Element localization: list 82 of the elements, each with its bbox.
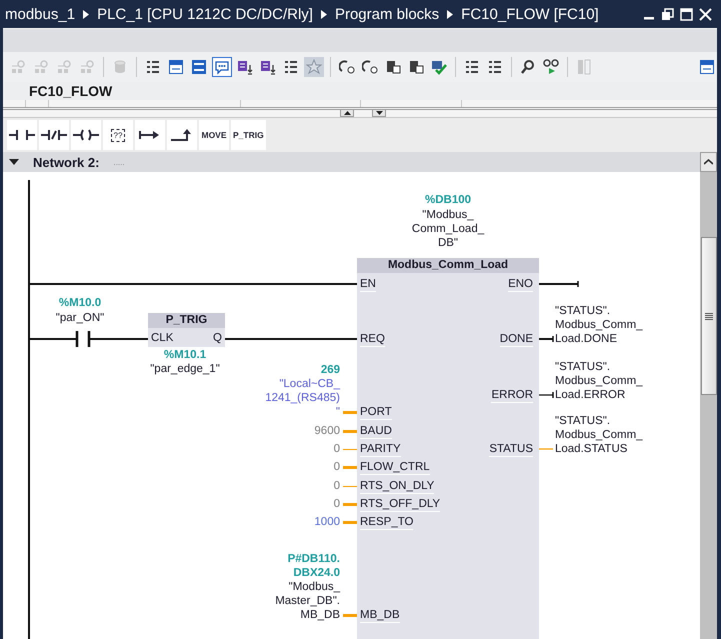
instance-tag: "Modbus_ Comm_Load_ DB" bbox=[412, 208, 484, 250]
collapse-icon[interactable] bbox=[9, 157, 19, 167]
edge-tag: "par_edge_1" bbox=[150, 362, 220, 376]
wire bbox=[539, 281, 579, 287]
window-icon[interactable] bbox=[697, 57, 717, 77]
breadcrumb-item[interactable]: modbus_1 bbox=[5, 6, 76, 22]
output-pin: STATUS bbox=[489, 442, 533, 457]
input-pin: RTS_OFF_DLY bbox=[360, 497, 440, 512]
parameter-value: 0 bbox=[334, 479, 340, 493]
comment-icon[interactable] bbox=[212, 57, 232, 77]
parameter-value: 9600 bbox=[314, 424, 340, 438]
contact-address: %M10.0 bbox=[58, 296, 102, 310]
empty-box-icon: ?? bbox=[110, 128, 126, 142]
palette-button[interactable] bbox=[135, 120, 165, 150]
parameter-value: 0 bbox=[334, 442, 340, 456]
breadcrumb-item[interactable]: Program blocks bbox=[334, 6, 440, 22]
wire bbox=[90, 338, 148, 340]
negated-contact-icon bbox=[41, 129, 67, 141]
palette-button[interactable] bbox=[167, 120, 197, 150]
instance-address: %DB100 bbox=[424, 193, 472, 207]
collapse-button[interactable] bbox=[340, 109, 354, 117]
scrollbar-thumb[interactable] bbox=[700, 237, 716, 395]
expand-button[interactable] bbox=[372, 109, 386, 117]
parameter-address: P#DB110. DBX24.0 bbox=[288, 552, 340, 580]
input-pin: RTS_ON_DLY bbox=[360, 479, 434, 494]
up-triangle-icon bbox=[344, 111, 350, 115]
parameter-address: 269 bbox=[320, 363, 340, 377]
breadcrumb-item[interactable]: PLC_1 [CPU 1212C DC/DC/Rly] bbox=[97, 6, 313, 22]
input-pin: MB_DB bbox=[360, 608, 400, 623]
wire bbox=[539, 392, 554, 398]
palette-button[interactable]: MOVE bbox=[199, 120, 229, 150]
input-pin: PARITY bbox=[360, 442, 401, 457]
palette-button[interactable] bbox=[39, 120, 69, 150]
input-pin: RESP_TO bbox=[360, 515, 414, 530]
chevron-up-icon bbox=[704, 159, 713, 165]
input-pin: FLOW_CTRL bbox=[360, 460, 430, 475]
parameter-value: 1000 bbox=[314, 515, 340, 529]
wire bbox=[29, 338, 77, 340]
parameter-value: "Modbus_ Master_DB". MB_DB bbox=[275, 580, 340, 622]
wire bbox=[539, 448, 553, 450]
restore-icon[interactable] bbox=[661, 8, 674, 20]
output-operand: "STATUS". Modbus_Comm_ Load.STATUS bbox=[555, 414, 643, 456]
branch-icon bbox=[139, 129, 161, 141]
chevron-icon bbox=[83, 10, 90, 18]
close-icon[interactable] bbox=[699, 8, 712, 20]
contact-tag: "par_ON" bbox=[56, 311, 104, 325]
contact-icon bbox=[9, 129, 35, 141]
output-pin: DONE bbox=[500, 332, 533, 347]
chevron-icon bbox=[320, 10, 327, 18]
coil-icon bbox=[73, 129, 99, 141]
contact-symbol bbox=[76, 330, 90, 348]
palette-button[interactable]: P_TRIG bbox=[231, 120, 266, 150]
input-pin: PORT bbox=[360, 405, 392, 420]
block-name: Modbus_Comm_Load bbox=[357, 258, 539, 273]
glasses-icon[interactable] bbox=[541, 57, 561, 77]
star-icon[interactable] bbox=[304, 57, 324, 77]
palette-button[interactable] bbox=[7, 120, 37, 150]
parameter-value: 0 bbox=[334, 460, 340, 474]
parameter-value: 0 bbox=[334, 497, 340, 511]
palette-button[interactable]: ?? bbox=[103, 120, 133, 150]
output-operand: "STATUS". Modbus_Comm_ Load.DONE bbox=[555, 304, 643, 346]
parameter-value: "Local~CB_ 1241_(RS485) " bbox=[265, 377, 340, 419]
window-icon[interactable] bbox=[166, 57, 186, 77]
input-pin: EN bbox=[360, 277, 376, 292]
network-title: Network 2: bbox=[33, 154, 100, 170]
edge-address: %M10.1 bbox=[164, 348, 206, 362]
input-pin: BAUD bbox=[360, 424, 392, 439]
output-pin: ENO bbox=[508, 277, 533, 292]
input-pin: REQ bbox=[360, 332, 385, 347]
output-operand: "STATUS". Modbus_Comm_ Load.ERROR bbox=[555, 360, 643, 402]
close-branch-icon bbox=[171, 128, 193, 142]
panel-icon[interactable] bbox=[189, 57, 209, 77]
chevron-icon bbox=[447, 10, 454, 18]
block-title: FC10_FLOW bbox=[29, 83, 112, 99]
maximize-icon[interactable] bbox=[680, 8, 693, 20]
down-triangle-icon bbox=[376, 111, 382, 115]
wire bbox=[539, 336, 554, 342]
output-pin: ERROR bbox=[491, 388, 533, 403]
breadcrumb-item[interactable]: FC10_FLOW [FC10] bbox=[461, 6, 599, 22]
edge-block: P_TRIG CLK Q bbox=[148, 313, 225, 347]
scroll-up-button[interactable] bbox=[700, 152, 717, 172]
palette-button[interactable] bbox=[71, 120, 101, 150]
